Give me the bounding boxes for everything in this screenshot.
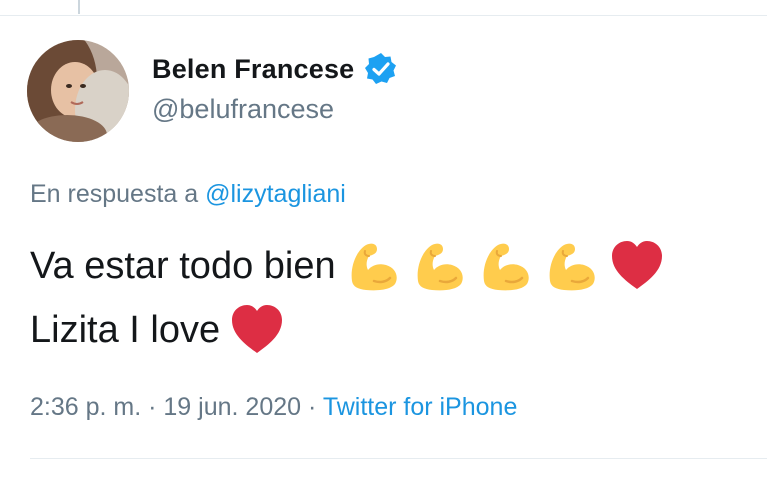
tweet-line-1-text: Va estar todo bien: [30, 245, 336, 287]
bottom-divider: [30, 458, 767, 459]
display-name[interactable]: Belen Francese: [152, 54, 354, 85]
red-heart-emoji: [608, 237, 666, 295]
flexed-biceps-emoji: [542, 237, 600, 295]
meta-separator: ·: [148, 393, 157, 421]
red-heart-emoji: [228, 301, 286, 359]
tweet-source-link[interactable]: Twitter for iPhone: [323, 393, 518, 421]
tweet-text: Va estar todo bien Lizita I love: [30, 234, 760, 362]
tweet-line-2: Lizita I love: [30, 298, 760, 362]
meta-separator: ·: [307, 393, 317, 421]
flexed-biceps-emoji: [344, 237, 402, 295]
tweet-time[interactable]: 2:36 p. m.: [30, 393, 141, 421]
flexed-biceps-emoji: [410, 237, 468, 295]
reply-mention-link[interactable]: @lizytagliani: [205, 180, 346, 208]
top-divider: [0, 15, 767, 16]
thread-line: [78, 0, 80, 14]
user-handle[interactable]: @belufrancese: [152, 94, 334, 125]
tweet-meta: 2:36 p. m. · 19 jun. 2020 · Twitter for …: [30, 393, 517, 422]
verified-badge-icon: [364, 52, 398, 86]
flexed-biceps-emoji: [476, 237, 534, 295]
user-name-row: Belen Francese: [152, 52, 398, 86]
avatar[interactable]: [27, 40, 129, 142]
tweet-line-2-text: Lizita I love: [30, 309, 221, 351]
reply-prefix: En respuesta a: [30, 180, 199, 208]
reply-context: En respuesta a @lizytagliani: [30, 180, 346, 209]
tweet-line-1: Va estar todo bien: [30, 234, 760, 298]
tweet-date[interactable]: 19 jun. 2020: [163, 393, 301, 421]
